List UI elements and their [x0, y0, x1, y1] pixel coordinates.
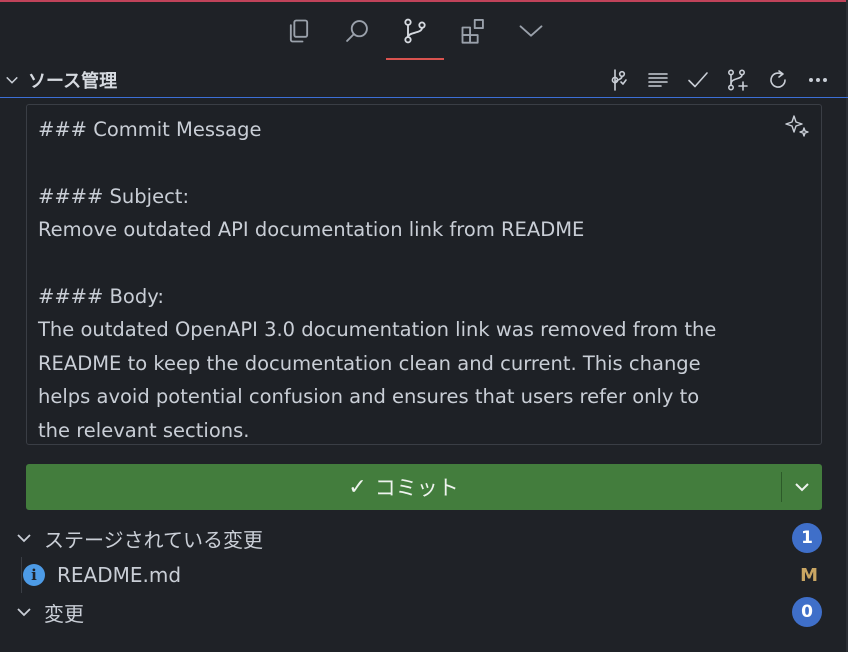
- staged-changes-label: ステージされている変更: [44, 527, 263, 552]
- file-status-modified: M: [800, 564, 818, 586]
- tab-explorer[interactable]: [270, 0, 328, 62]
- source-control-icon: [404, 18, 426, 44]
- section-collapse-chevron-icon[interactable]: [2, 62, 22, 98]
- source-control-section-header[interactable]: ソース管理: [0, 62, 848, 98]
- create-pull-request-button[interactable]: [718, 62, 758, 98]
- chevron-down-icon: [795, 483, 809, 492]
- check-icon: ✓: [348, 474, 367, 500]
- file-name: README.md: [57, 563, 182, 587]
- chevron-down-icon[interactable]: [16, 604, 36, 620]
- view-as-list-button[interactable]: [638, 62, 678, 98]
- commit-dropdown-button[interactable]: [782, 464, 822, 510]
- graph-icon: [611, 69, 627, 91]
- more-icon: [808, 78, 827, 83]
- chevron-down-icon: [519, 25, 543, 37]
- sparkle-icon: [785, 115, 809, 137]
- tab-search[interactable]: [328, 0, 386, 62]
- tab-source-control[interactable]: [386, 0, 444, 62]
- commit-message-line: ### Commit Message: [38, 118, 262, 141]
- commit-message-line: #### Subject:: [38, 184, 190, 208]
- graph-button[interactable]: [598, 62, 638, 98]
- refresh-button[interactable]: [758, 62, 798, 98]
- commit-main-button[interactable]: ✓ コミット: [26, 464, 781, 510]
- chevron-down-icon[interactable]: [16, 530, 36, 546]
- info-icon: i: [23, 564, 45, 586]
- section-toolbar: [598, 62, 838, 98]
- tab-more[interactable]: [502, 0, 560, 62]
- pull-request-icon: [727, 69, 748, 91]
- commit-message-line: README to keep the documentation clean a…: [38, 351, 701, 375]
- changes-count-badge: 0: [792, 597, 822, 627]
- commit-button[interactable]: ✓ コミット: [26, 464, 822, 510]
- commit-message-line: #### Body:: [38, 284, 164, 308]
- commit-message-input[interactable]: ### Commit Message #### Subject: Remove …: [26, 104, 822, 445]
- commit-message-line: [38, 146, 810, 179]
- activity-bar: [270, 0, 560, 62]
- check-icon: [688, 72, 708, 88]
- commit-message-line: the relevant sections.: [38, 418, 250, 442]
- commit-message-line: Remove outdated API documentation link f…: [38, 218, 585, 242]
- refresh-icon: [770, 70, 786, 88]
- list-icon: [648, 73, 668, 87]
- changes-label: 変更: [44, 601, 84, 626]
- commit-button-label: コミット: [374, 476, 459, 500]
- staged-changes-group[interactable]: ステージされている変更 1: [0, 520, 848, 556]
- more-actions-button[interactable]: [798, 62, 838, 98]
- staged-count-badge: 1: [792, 523, 822, 553]
- generate-commit-message-button[interactable]: [783, 113, 811, 141]
- staged-file-row[interactable]: i README.md M: [0, 557, 848, 593]
- commit-message-line: [38, 247, 810, 280]
- commit-message-line: The outdated OpenAPI 3.0 documentation l…: [38, 318, 717, 342]
- changes-group[interactable]: 変更 0: [0, 594, 848, 630]
- explorer-icon: [289, 19, 309, 43]
- section-title: ソース管理: [28, 70, 118, 92]
- search-icon: [346, 20, 368, 42]
- extensions-icon: [461, 18, 484, 44]
- tab-extensions[interactable]: [444, 0, 502, 62]
- commit-check-button[interactable]: [678, 62, 718, 98]
- commit-message-line: helps avoid potential confusion and ensu…: [38, 385, 700, 409]
- indent-guide: [21, 557, 22, 593]
